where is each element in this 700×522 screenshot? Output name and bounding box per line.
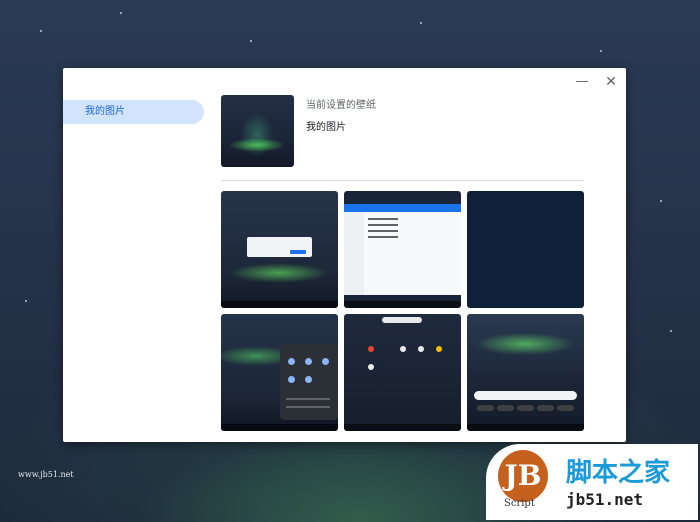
screenshot-shelf [344,424,461,431]
screenshot-dialog [247,237,312,257]
wallpaper-tile-1[interactable] [221,191,338,308]
minimize-icon[interactable]: — [574,74,590,90]
screenshot-shelf [344,301,461,308]
logo-sub: Script [504,498,535,509]
wallpaper-tile-6[interactable] [467,314,584,431]
current-wallpaper-name: 我的图片 [306,122,346,133]
screenshot-search-box [474,391,577,400]
screenshot-shelf [467,424,584,431]
sidebar-item-my-images[interactable]: 我的图片 [63,100,204,124]
close-icon[interactable]: ✕ [603,74,619,90]
wallpaper-dialog: — ✕ 我的图片 当前设置的壁纸 我的图片 [63,68,626,442]
logo-badge: JB [498,450,548,502]
site-logo: JB Script 脚本之家 jb51.net [486,444,698,520]
wallpaper-tile-5[interactable] [344,314,461,431]
current-wallpaper-thumbnail [221,95,294,167]
screenshot-quick-settings [280,344,338,420]
screenshot-launcher-search [382,317,422,323]
current-wallpaper-label: 当前设置的壁纸 [306,100,376,111]
screenshot-files-window [344,204,461,295]
wallpaper-tile-2[interactable] [344,191,461,308]
watermark-url: www.jb51.net [18,470,74,479]
logo-url: jb51.net [566,490,644,509]
screenshot-shelf [221,424,338,431]
divider [221,180,584,181]
wallpaper-tile-3[interactable] [467,191,584,308]
wallpaper-tile-4[interactable] [221,314,338,431]
logo-title: 脚本之家 [566,458,671,488]
screenshot-shelf [221,301,338,308]
